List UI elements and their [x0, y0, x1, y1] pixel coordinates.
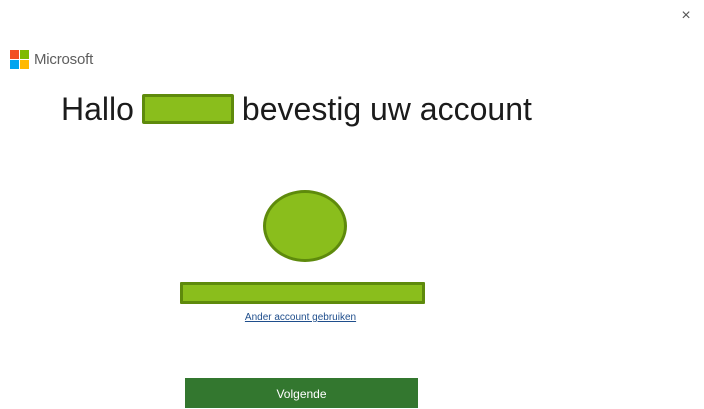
brand-name: Microsoft	[34, 50, 94, 68]
redacted-email-block	[180, 282, 425, 304]
title-greeting: Hallo	[61, 90, 134, 127]
use-another-account-link[interactable]: Ander account gebruiken	[0, 312, 601, 323]
page-title: Hallo bevestig uw account	[61, 87, 532, 131]
close-icon: ×	[681, 7, 691, 24]
brand-header: Microsoft	[10, 49, 93, 69]
title-suffix: bevestig uw account	[241, 90, 532, 127]
avatar	[263, 190, 347, 262]
microsoft-logo-icon	[10, 49, 29, 69]
redacted-name-block	[141, 94, 234, 124]
close-button[interactable]: ×	[676, 6, 696, 26]
next-button[interactable]: Volgende	[185, 378, 418, 408]
